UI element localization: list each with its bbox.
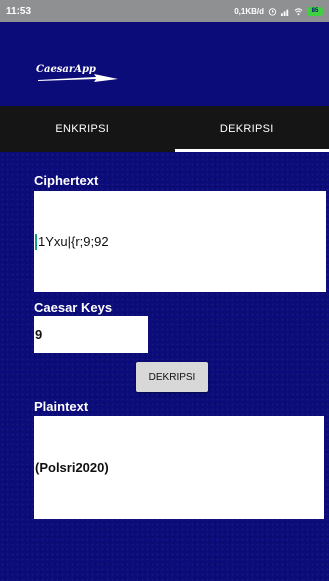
battery-icon: 85 [307, 6, 323, 16]
logo-arrow-icon [38, 74, 118, 82]
alarm-icon [268, 7, 277, 16]
caesar-keys-input[interactable]: 9 [34, 316, 148, 353]
tab-enkripsi[interactable]: ENKRIPSI [0, 106, 165, 152]
ciphertext-input[interactable]: 1Yxu|{r;9;92 [34, 191, 326, 292]
wifi-icon [294, 7, 303, 15]
tab-dekripsi[interactable]: DEKRIPSI [165, 106, 329, 152]
ciphertext-value: 1Yxu|{r;9;92 [38, 234, 109, 249]
plaintext-label: Plaintext [34, 399, 89, 414]
caesar-keys-label: Caesar Keys [34, 300, 113, 315]
text-cursor [35, 233, 37, 250]
status-bar: 11:53 0,1KB/d 85 [0, 0, 329, 22]
caesar-keys-value: 9 [35, 327, 43, 342]
app-header: CaesarApp [0, 22, 329, 106]
status-time: 11:53 [6, 5, 32, 17]
main-content: Ciphertext 1Yxu|{r;9;92 Caesar Keys 9 DE… [0, 152, 329, 581]
dekripsi-button[interactable]: DEKRIPSI [136, 362, 208, 392]
plaintext-output[interactable]: (Polsri2020) [34, 416, 324, 519]
tab-bar: ENKRIPSI DEKRIPSI [0, 106, 329, 152]
signal-icon [281, 9, 289, 16]
status-icons: 0,1KB/d 85 [234, 6, 323, 16]
plaintext-value: (Polsri2020) [35, 460, 109, 475]
network-speed: 0,1KB/d [234, 6, 264, 16]
ciphertext-label: Ciphertext [34, 173, 99, 188]
